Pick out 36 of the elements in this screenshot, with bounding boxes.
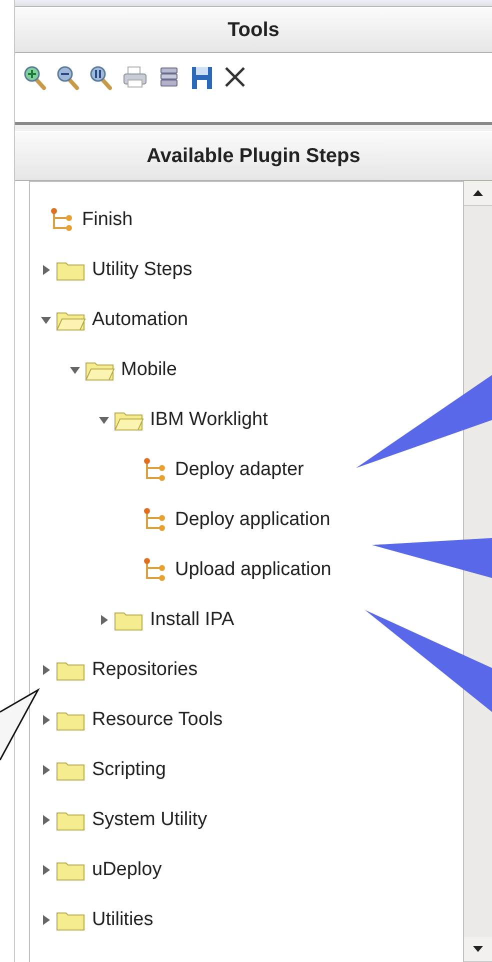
panel-header: Tools — [15, 7, 492, 53]
zoom-out-icon[interactable] — [56, 65, 80, 91]
scroll-up-icon[interactable] — [473, 190, 483, 196]
tree-item[interactable]: Repositories — [92, 659, 198, 681]
collapse-arrow-icon[interactable] — [69, 364, 81, 376]
tree-item[interactable]: Utility Steps — [92, 259, 192, 281]
expand-arrow-icon[interactable] — [40, 864, 52, 876]
expand-arrow-icon[interactable] — [98, 614, 110, 626]
tree-item[interactable]: Deploy adapter — [175, 459, 304, 481]
tree-item[interactable]: Upload application — [175, 559, 332, 581]
save-icon[interactable] — [190, 65, 214, 91]
tree-item[interactable]: uDeploy — [92, 859, 162, 881]
tree-item[interactable]: Automation — [92, 309, 188, 331]
tree-item[interactable]: Install IPA — [150, 609, 234, 631]
tree-item[interactable]: Scripting — [92, 759, 166, 781]
panel-header: Available Plugin Steps — [15, 131, 492, 181]
expand-arrow-icon[interactable] — [40, 664, 52, 676]
expand-arrow-icon[interactable] — [40, 764, 52, 776]
printer-icon[interactable] — [122, 65, 148, 89]
collapse-arrow-icon[interactable] — [98, 414, 110, 426]
expand-arrow-icon[interactable] — [40, 714, 52, 726]
tree-item[interactable]: Finish — [82, 209, 133, 231]
zoom-reset-icon[interactable] — [89, 65, 113, 91]
tree-item[interactable]: Deploy application — [175, 509, 330, 531]
close-icon[interactable] — [223, 65, 247, 89]
tree-item[interactable]: IBM Worklight — [150, 409, 268, 431]
tree-item[interactable]: System Utility — [92, 809, 208, 831]
tree-item[interactable]: Mobile — [121, 359, 177, 381]
tree-item[interactable]: Resource Tools — [92, 709, 223, 731]
expand-arrow-icon[interactable] — [40, 814, 52, 826]
expand-arrow-icon[interactable] — [40, 264, 52, 276]
collapse-arrow-icon[interactable] — [40, 314, 52, 326]
zoom-in-icon[interactable] — [23, 65, 47, 91]
scroll-down-icon[interactable] — [473, 946, 483, 952]
expand-arrow-icon[interactable] — [40, 914, 52, 926]
tree-item[interactable]: Utilities — [92, 909, 154, 931]
